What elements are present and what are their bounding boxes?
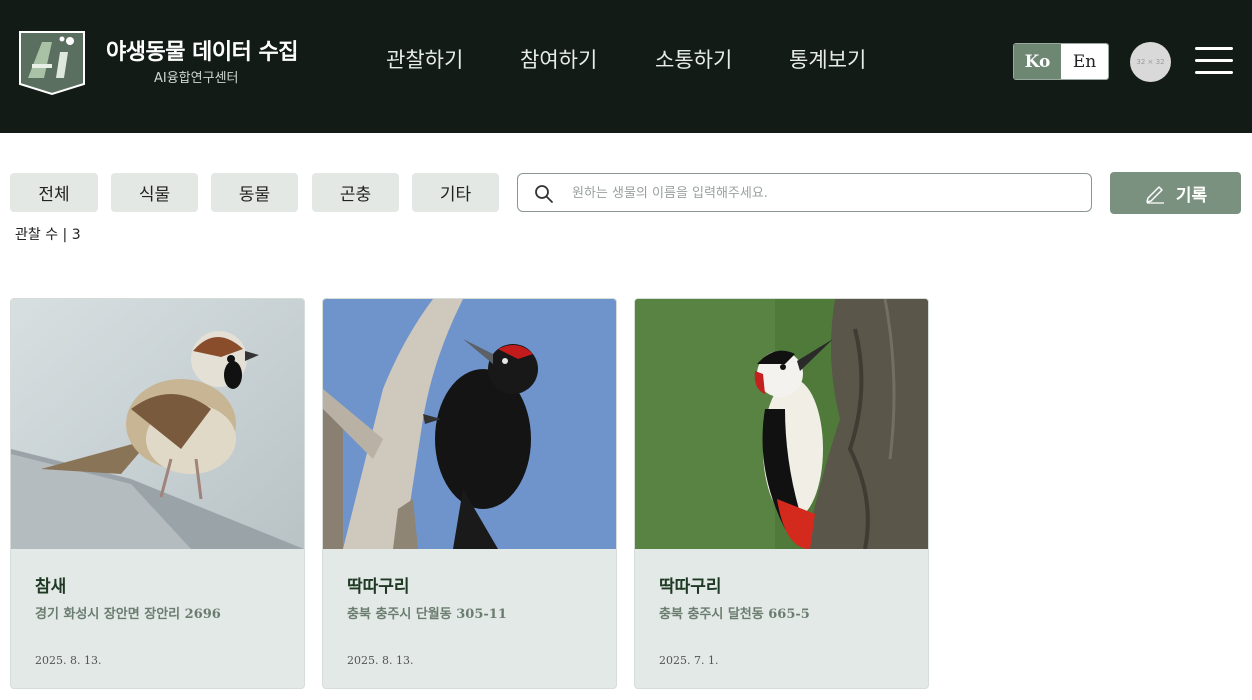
pencil-icon <box>1146 186 1164 204</box>
record-button[interactable]: 기록 <box>1110 172 1241 214</box>
filter-insects[interactable]: 곤충 <box>312 173 399 212</box>
card-name: 딱따구리 <box>347 577 410 597</box>
hamburger-icon[interactable] <box>1195 47 1235 75</box>
search-icon[interactable] <box>534 184 554 204</box>
nav-observe[interactable]: 관찰하기 <box>386 44 463 74</box>
card-address: 충북 충주시 단월동 305-11 <box>347 607 507 622</box>
filter-animals[interactable]: 동물 <box>211 173 298 212</box>
filter-others[interactable]: 기타 <box>412 173 499 212</box>
lang-en-button[interactable]: En <box>1061 44 1108 79</box>
card-name: 딱따구리 <box>659 577 722 597</box>
card-date: 2025. 8. 13. <box>347 654 414 667</box>
filter-all[interactable]: 전체 <box>10 173 98 212</box>
card-address: 경기 화성시 장안면 장안리 2696 <box>35 607 221 622</box>
nav-community[interactable]: 소통하기 <box>655 44 732 74</box>
observation-card[interactable]: 딱따구리 충북 충주시 단월동 305-11 2025. 8. 13. <box>322 298 617 689</box>
observation-card[interactable]: 참새 경기 화성시 장안면 장안리 2696 2025. 8. 13. <box>10 298 305 689</box>
nav-statistics[interactable]: 통계보기 <box>789 44 866 74</box>
card-address: 충북 충주시 달천동 665-5 <box>659 607 810 622</box>
card-date: 2025. 7. 1. <box>659 654 719 667</box>
record-button-label: 기록 <box>1175 185 1208 206</box>
nav-participate[interactable]: 참여하기 <box>520 44 597 74</box>
black-woodpecker-photo <box>323 299 616 549</box>
observation-card[interactable]: 딱따구리 충북 충주시 달천동 665-5 2025. 7. 1. <box>634 298 929 689</box>
lang-ko-button[interactable]: Ko <box>1014 44 1061 79</box>
brand-subtitle: AI융합연구센터 <box>154 71 239 86</box>
avatar[interactable]: 32 × 32 <box>1130 42 1171 82</box>
card-name: 참새 <box>35 577 67 597</box>
observation-count: 관찰 수 | 3 <box>15 227 81 243</box>
logo-badge[interactable] <box>18 28 86 96</box>
search-input[interactable] <box>572 182 1072 204</box>
language-toggle: Ko En <box>1013 43 1109 80</box>
brand-title[interactable]: 야생동물 데이터 수집 <box>106 34 298 66</box>
search-box <box>517 173 1092 212</box>
card-date: 2025. 8. 13. <box>35 654 102 667</box>
sparrow-photo <box>11 299 304 549</box>
spotted-woodpecker-photo <box>635 299 928 549</box>
top-header: 야생동물 데이터 수집 AI융합연구센터 관찰하기 참여하기 소통하기 통계보기… <box>0 0 1252 133</box>
filter-plants[interactable]: 식물 <box>111 173 198 212</box>
